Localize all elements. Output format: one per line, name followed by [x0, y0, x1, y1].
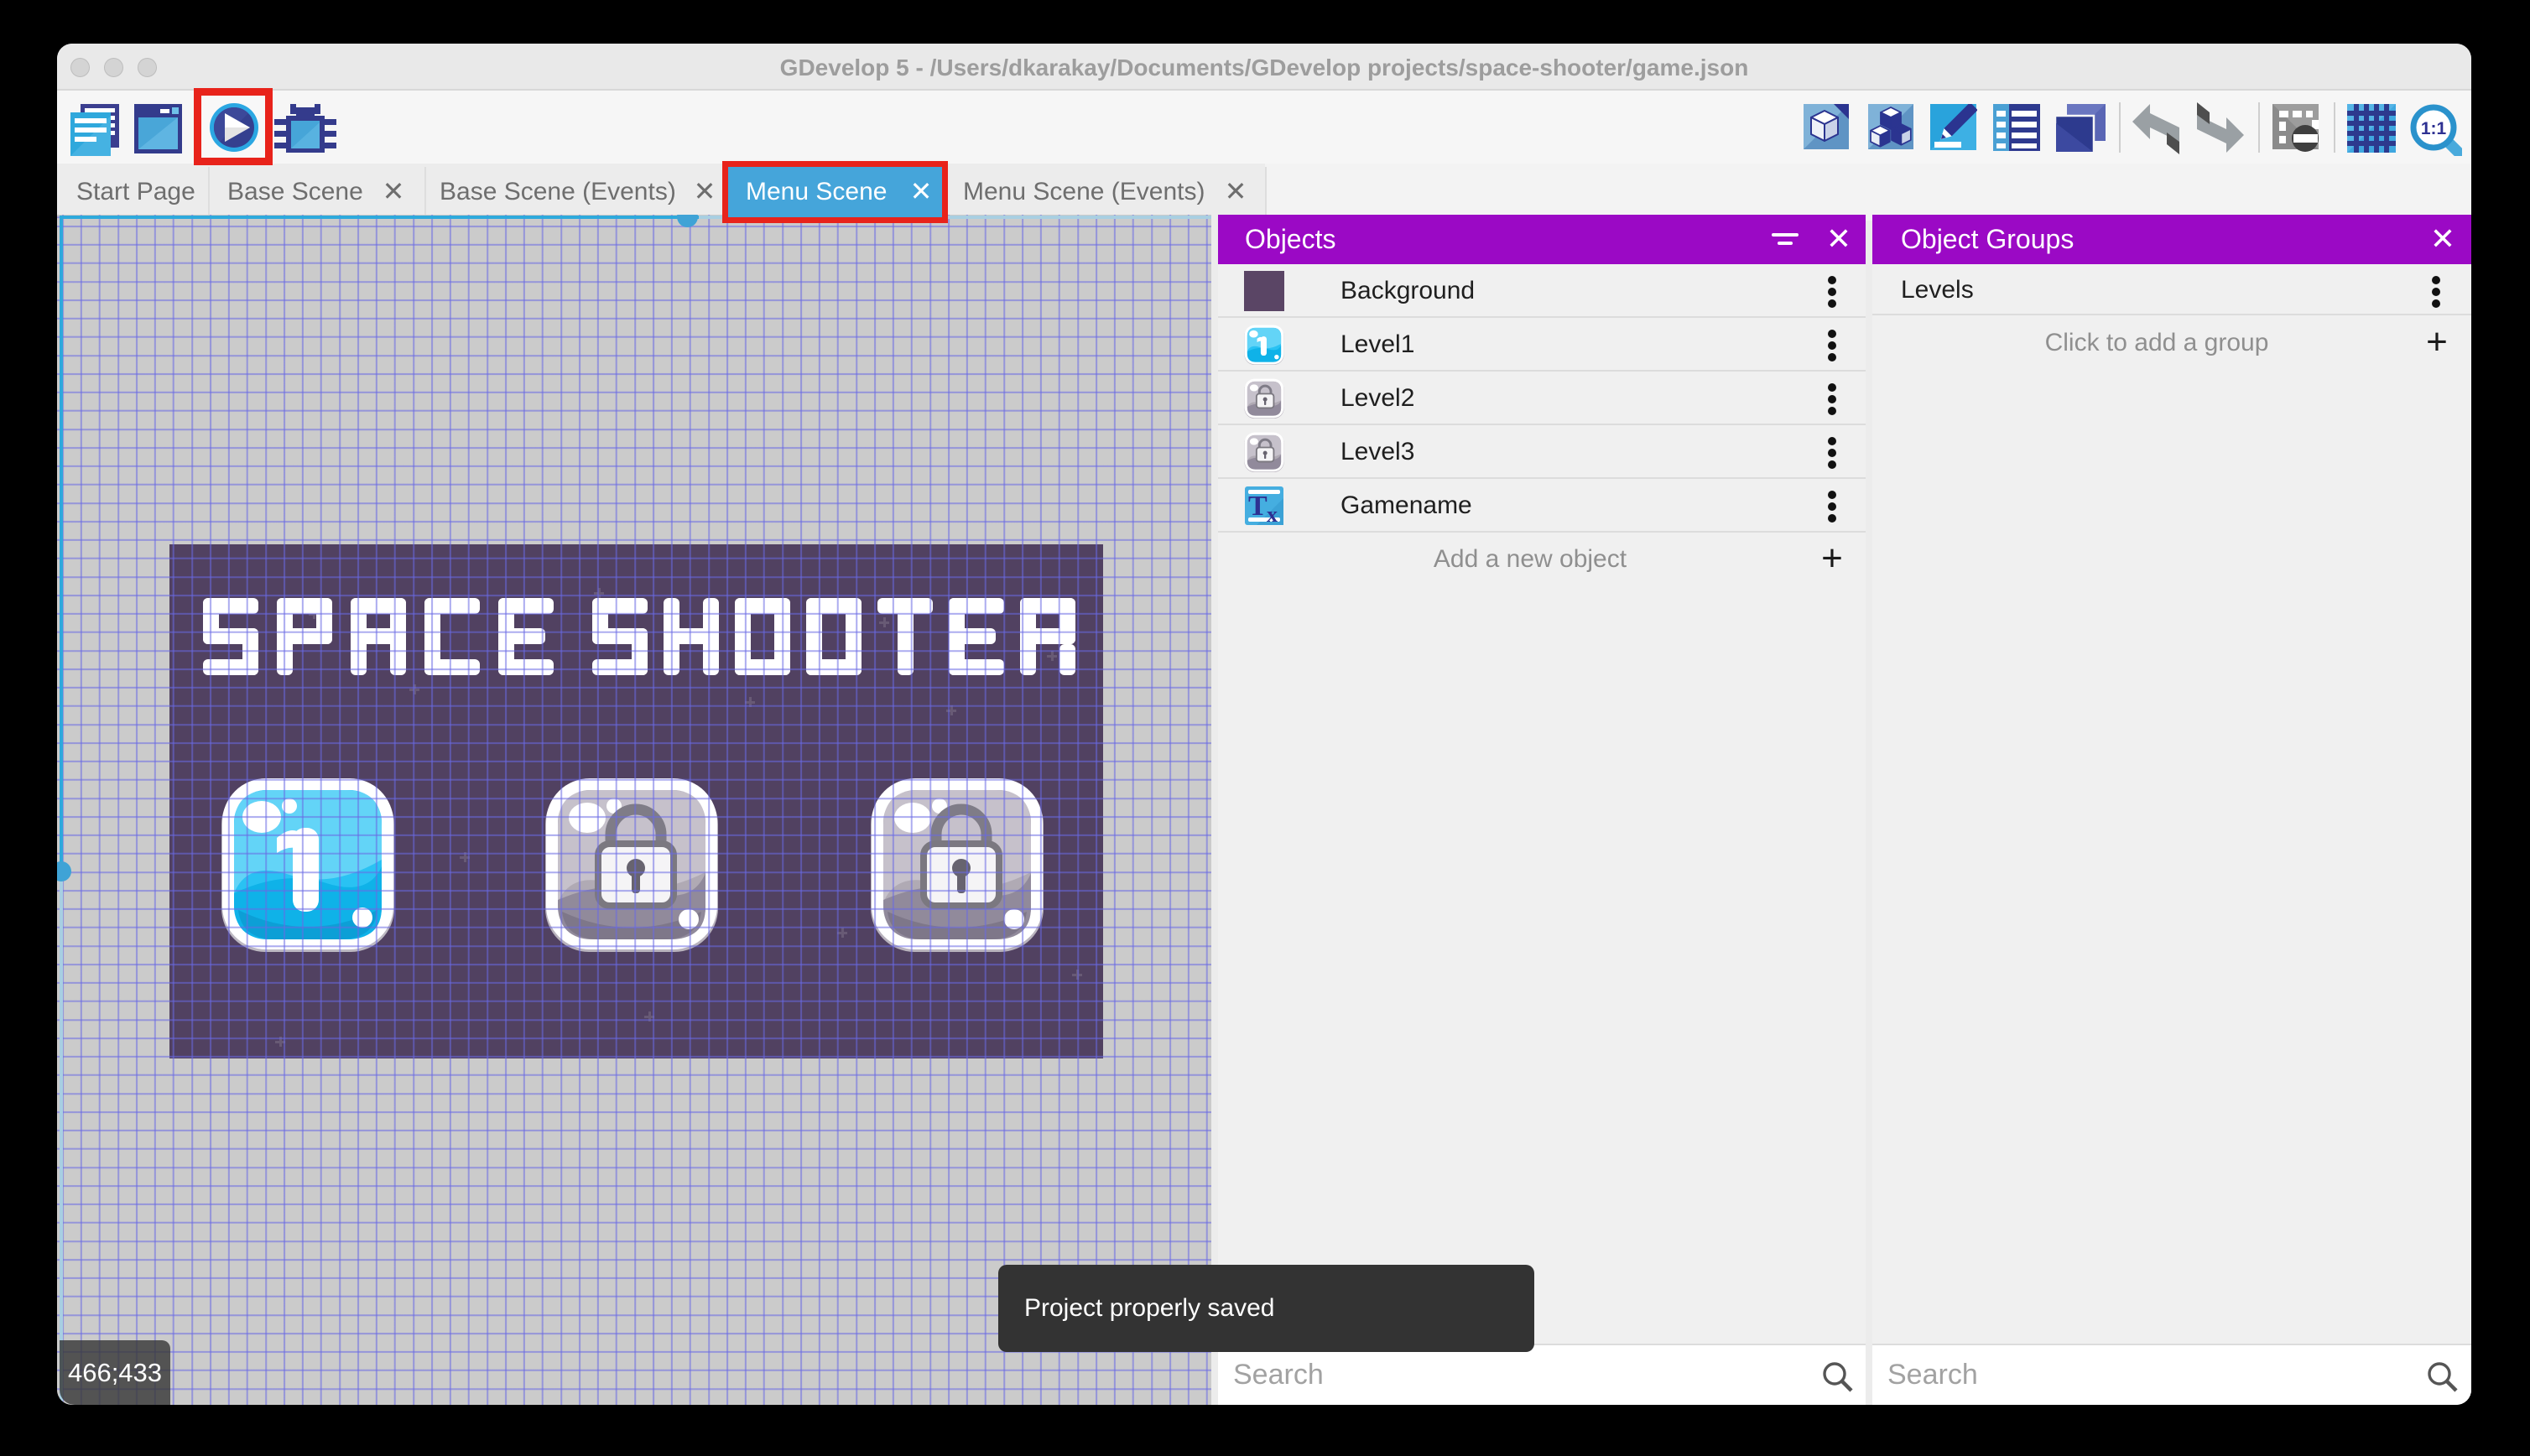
svg-text:T: T: [1248, 491, 1268, 522]
svg-text:x: x: [1267, 502, 1278, 525]
svg-text:1:1: 1:1: [2421, 119, 2447, 138]
